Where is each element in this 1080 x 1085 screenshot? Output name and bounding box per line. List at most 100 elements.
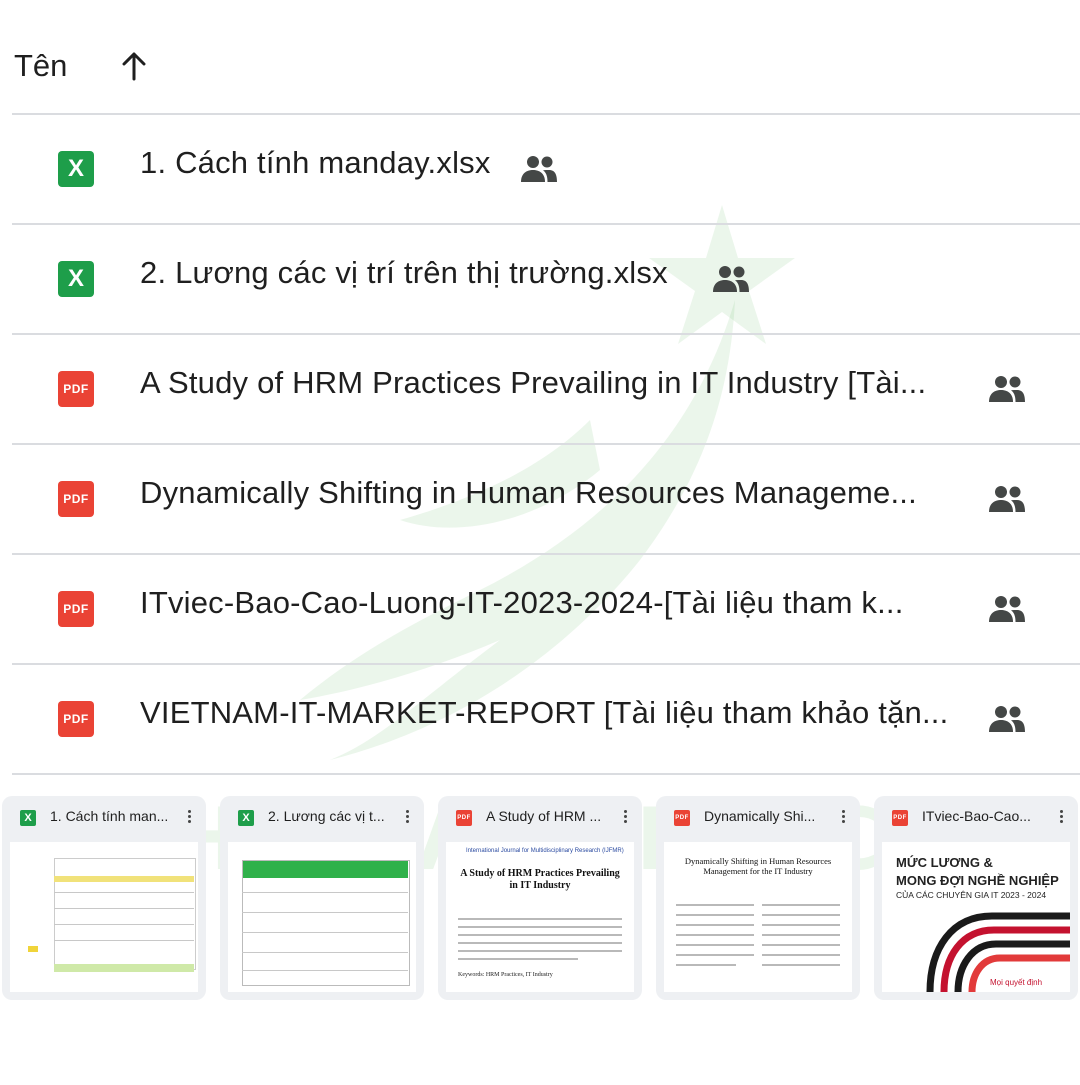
text-line xyxy=(762,944,840,946)
file-row[interactable]: X 1. Cách tính manday.xlsx xyxy=(12,113,1080,223)
preview-cards: X 1. Cách tính man... X 2. Lương các vị … xyxy=(0,796,1080,1000)
sheet-line xyxy=(242,892,408,893)
sheet-grid xyxy=(54,858,196,970)
text-line xyxy=(676,954,754,956)
text-line xyxy=(762,924,840,926)
arrow-up-icon[interactable] xyxy=(118,50,150,82)
more-vert-icon[interactable] xyxy=(838,808,848,826)
people-icon xyxy=(713,266,749,292)
pdf-thumbnail: International Journal for Multidisciplin… xyxy=(446,842,634,992)
pdf-thumbnail: Dynamically Shifting in Human Resources … xyxy=(664,842,852,992)
preview-card[interactable]: PDF Dynamically Shi... Dynamically Shift… xyxy=(656,796,860,1000)
cover-subheading: CỦA CÁC CHUYÊN GIA IT 2023 - 2024 xyxy=(896,890,1047,900)
sheet-total-row xyxy=(54,964,194,972)
people-icon xyxy=(989,596,1025,622)
file-name[interactable]: ITviec-Bao-Cao-Luong-IT-2023-2024-[Tài l… xyxy=(140,585,904,621)
card-header: X 2. Lương các vị t... xyxy=(220,796,424,838)
text-line xyxy=(676,904,754,906)
sheet-grid xyxy=(242,860,410,986)
pdf-file-icon: PDF xyxy=(58,701,94,737)
card-title[interactable]: ITviec-Bao-Cao... xyxy=(922,808,1042,824)
file-list: X 1. Cách tính manday.xlsx X 2. Lương cá… xyxy=(12,113,1080,775)
card-header: X 1. Cách tính man... xyxy=(2,796,206,838)
people-icon xyxy=(521,156,557,182)
file-row[interactable]: PDF VIETNAM-IT-MARKET-REPORT [Tài liệu t… xyxy=(12,663,1080,775)
sheet-line xyxy=(54,908,194,909)
sheet-line xyxy=(242,970,408,971)
pdf-file-icon: PDF xyxy=(892,810,908,826)
file-name[interactable]: VIETNAM-IT-MARKET-REPORT [Tài liệu tham … xyxy=(140,695,948,731)
people-icon xyxy=(989,486,1025,512)
text-line xyxy=(762,904,840,906)
sheet-line xyxy=(54,892,194,893)
text-line xyxy=(458,926,622,928)
cover-footer: Mọi quyết định xyxy=(990,978,1043,987)
card-header: PDF Dynamically Shi... xyxy=(656,796,860,838)
sheet-marker xyxy=(28,946,38,952)
cover-heading-line-2: MONG ĐỢI NGHỀ NGHIỆP xyxy=(896,873,1059,888)
card-title[interactable]: 1. Cách tính man... xyxy=(50,808,170,824)
cover-heading-line-1: MỨC LƯƠNG & xyxy=(896,855,993,870)
sheet-line xyxy=(242,912,408,913)
file-name[interactable]: 2. Lương các vị trí trên thị trường.xlsx xyxy=(140,255,668,291)
column-header-name[interactable]: Tên xyxy=(14,48,67,84)
pdf-file-icon: PDF xyxy=(58,371,94,407)
file-row[interactable]: PDF ITviec-Bao-Cao-Luong-IT-2023-2024-[T… xyxy=(12,553,1080,663)
card-header: PDF ITviec-Bao-Cao... xyxy=(874,796,1078,838)
excel-file-icon: X xyxy=(20,810,36,826)
pdf-file-icon: PDF xyxy=(674,810,690,826)
more-vert-icon[interactable] xyxy=(620,808,630,826)
card-title[interactable]: Dynamically Shi... xyxy=(704,808,824,824)
file-row[interactable]: X 2. Lương các vị trí trên thị trường.xl… xyxy=(12,223,1080,333)
text-line xyxy=(458,942,622,944)
text-line xyxy=(458,918,622,920)
sheet-line xyxy=(242,932,408,933)
file-row[interactable]: PDF Dynamically Shifting in Human Resour… xyxy=(12,443,1080,553)
excel-file-icon: X xyxy=(58,261,94,297)
more-vert-icon[interactable] xyxy=(1056,808,1066,826)
more-vert-icon[interactable] xyxy=(402,808,412,826)
text-line xyxy=(762,914,840,916)
preview-card[interactable]: PDF A Study of HRM ... International Jou… xyxy=(438,796,642,1000)
people-icon xyxy=(989,706,1025,732)
pdf-file-icon: PDF xyxy=(456,810,472,826)
sheet-line xyxy=(54,940,194,941)
excel-file-icon: X xyxy=(238,810,254,826)
spreadsheet-thumbnail xyxy=(10,842,198,992)
preview-title: Dynamically Shifting in Human Resources … xyxy=(684,856,832,876)
pdf-file-icon: PDF xyxy=(58,481,94,517)
preview-card[interactable]: PDF ITviec-Bao-Cao... MỨC LƯƠNG & MONG Đ… xyxy=(874,796,1078,1000)
file-name[interactable]: A Study of HRM Practices Prevailing in I… xyxy=(140,365,926,401)
more-vert-icon[interactable] xyxy=(184,808,194,826)
text-line xyxy=(458,950,622,952)
report-cover-thumbnail: MỨC LƯƠNG & MONG ĐỢI NGHỀ NGHIỆP CỦA CÁC… xyxy=(882,842,1070,992)
text-line xyxy=(762,934,840,936)
preview-card[interactable]: X 1. Cách tính man... xyxy=(2,796,206,1000)
spreadsheet-thumbnail xyxy=(228,842,416,992)
file-row[interactable]: PDF A Study of HRM Practices Prevailing … xyxy=(12,333,1080,443)
sheet-highlight-row xyxy=(54,876,194,882)
text-line xyxy=(676,944,754,946)
preview-journal: International Journal for Multidisciplin… xyxy=(466,848,624,854)
text-line xyxy=(676,914,754,916)
text-line xyxy=(676,924,754,926)
sheet-line xyxy=(54,924,194,925)
text-line xyxy=(762,954,840,956)
card-title[interactable]: 2. Lương các vị t... xyxy=(268,808,388,824)
file-name[interactable]: Dynamically Shifting in Human Resources … xyxy=(140,475,917,511)
text-line xyxy=(676,934,754,936)
file-name[interactable]: 1. Cách tính manday.xlsx xyxy=(140,145,491,181)
text-line xyxy=(762,964,840,966)
excel-file-icon: X xyxy=(58,151,94,187)
preview-title: A Study of HRM Practices Prevailing in I… xyxy=(460,868,620,891)
preview-keywords: Keywords: HRM Practices, IT Industry xyxy=(458,972,553,978)
text-line xyxy=(676,964,736,966)
text-line xyxy=(458,934,622,936)
people-icon xyxy=(989,376,1025,402)
card-header: PDF A Study of HRM ... xyxy=(438,796,642,838)
pdf-file-icon: PDF xyxy=(58,591,94,627)
list-header: Tên xyxy=(0,0,1080,114)
sheet-line xyxy=(242,952,408,953)
preview-card[interactable]: X 2. Lương các vị t... xyxy=(220,796,424,1000)
card-title[interactable]: A Study of HRM ... xyxy=(486,808,606,824)
